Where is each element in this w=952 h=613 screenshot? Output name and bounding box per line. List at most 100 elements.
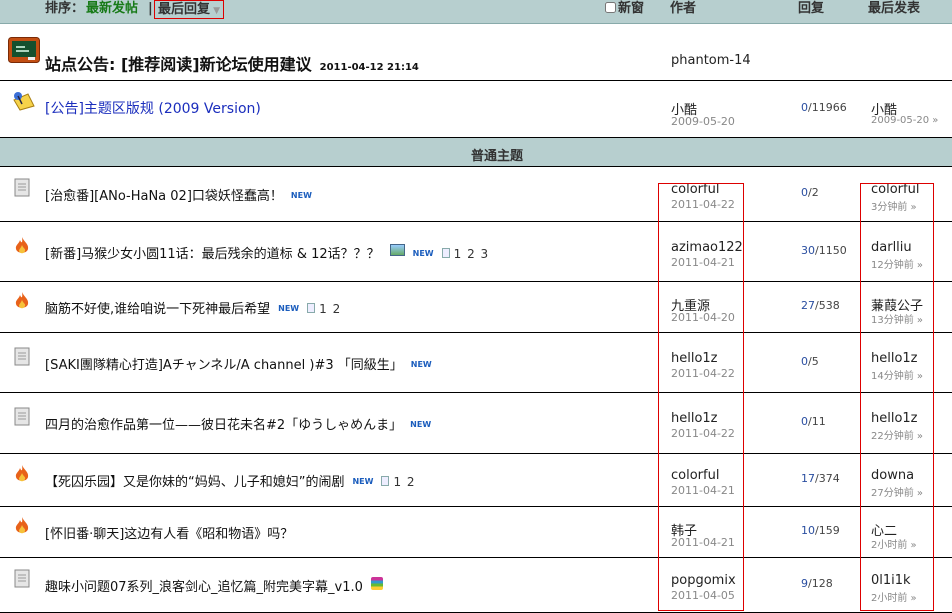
thread-title-cell: 趣味小问题07系列_浪客剑心_追忆篇_附完美字幕_v1.0 [45, 576, 383, 595]
thread-replies: 0 [801, 186, 808, 199]
rules-reply-count: 0/11966 [801, 101, 847, 114]
author-column-highlight [658, 183, 744, 611]
announcement-title[interactable]: 站点公告: [推荐阅读]新论坛使用建议 2011-04-12 21:14 [45, 51, 419, 75]
new-window-toggle[interactable]: 新窗 [605, 0, 644, 18]
multipage-icon [381, 476, 390, 486]
flame-icon [14, 291, 30, 314]
thread-title-cell: 【死囚乐园】又是你妹的“妈妈、儿子和媳妇”的闹剧 NEW 1 2 [45, 471, 416, 490]
thread-views: /11 [808, 415, 826, 428]
thread-title-cell: [怀旧番·聊天]这边有人看《昭和物语》吗？ [45, 523, 293, 542]
thread-title-link[interactable]: [SAKI團隊精心打造]Aチャンネル/A channel )#3 「同級生」 [45, 358, 403, 373]
sort-separator: | [148, 1, 153, 16]
thread-replies: 30 [801, 244, 815, 257]
thread-row: 【死囚乐园】又是你妹的“妈妈、儿子和媳妇”的闹剧 NEW 1 2 colorful 20… [0, 454, 952, 507]
attachment-stack-icon [370, 577, 383, 590]
page-links[interactable]: 1 2 3 [454, 247, 490, 261]
thread-row: [治愈番][ANo-HaNa 02]口袋妖怪蠢高！ NEW colorful 2011… [0, 167, 952, 222]
thread-views: /374 [815, 472, 840, 485]
thread-replies: 27 [801, 299, 815, 312]
column-author: 作者 [670, 1, 697, 16]
thread-views: /5 [808, 355, 819, 368]
thread-views: /128 [808, 577, 833, 590]
image-attachment-icon [389, 244, 405, 256]
thread-replies: 9 [801, 577, 808, 590]
chevron-down-icon: ▼ [210, 6, 221, 16]
thread-replies: 10 [801, 524, 815, 537]
thread-reply-count: 30/1150 [801, 244, 847, 257]
thread-row: [怀旧番·聊天]这边有人看《昭和物语》吗？ 韩子 2011-04-21 10/159 心… [0, 507, 952, 558]
rules-title[interactable]: [公告]主题区版规 (2009 Version) [45, 98, 261, 118]
thread-row: [SAKI團隊精心打造]Aチャンネル/A channel )#3 「同級生」 NE… [0, 333, 952, 393]
thread-views: /159 [815, 524, 840, 537]
thread-title-cell: [SAKI團隊精心打造]Aチャンネル/A channel )#3 「同級生」 NE… [45, 354, 432, 373]
flame-icon [14, 236, 30, 259]
blackboard-icon [8, 37, 40, 66]
new-window-checkbox[interactable] [605, 2, 616, 13]
section-label: 普通主题 [471, 149, 524, 164]
thread-views: /538 [815, 299, 840, 312]
rules-last-time[interactable]: 2009-05-20 » [871, 115, 938, 126]
page-links[interactable]: 1 2 [393, 475, 415, 489]
thread-row: [新番]马猴少女小圆11话：最后残余的道标 & 12话？？？ NEW 1 2 3 az… [0, 222, 952, 282]
thread-replies: 0 [801, 355, 808, 368]
new-badge: NEW [290, 191, 312, 200]
thread-views: /1150 [815, 244, 847, 257]
rules-replies: 0 [801, 101, 808, 114]
thread-reply-count: 9/128 [801, 577, 833, 590]
sort-newest-link[interactable]: 最新发帖 [86, 0, 138, 18]
rules-author-date: 2009-05-20 [671, 115, 735, 128]
multipage-icon [441, 248, 450, 258]
new-badge: NEW [352, 477, 374, 486]
thread-title-link[interactable]: [新番]马猴少女小圆11话：最后残余的道标 & 12话？？？ [45, 247, 380, 262]
rules-views: /11966 [808, 101, 847, 114]
flame-icon [14, 464, 30, 487]
thread-title-cell: 脑筋不好使,谁给咱说一下死神最后希望 NEW 1 2 [45, 298, 341, 317]
section-divider: 普通主题 [0, 137, 952, 167]
thread-list-header: 排序： 最新发帖 | 最后回复 ▼ 新窗 作者 回复 最后发表 [0, 0, 952, 24]
last-post-column-highlight [860, 183, 934, 611]
announcement-title-text: 站点公告: [推荐阅读]新论坛使用建议 [45, 55, 312, 74]
thread-row: 脑筋不好使,谁给咱说一下死神最后希望 NEW 1 2 九重源 2011-04-20 27/… [0, 282, 952, 333]
new-badge: NEW [412, 249, 434, 258]
column-last-post: 最后发表 [868, 1, 921, 16]
new-badge: NEW [278, 304, 300, 313]
thread-title-cell: [治愈番][ANo-HaNa 02]口袋妖怪蠢高！ NEW [45, 185, 312, 204]
flame-icon [14, 516, 30, 539]
thread-reply-count: 0/2 [801, 186, 819, 199]
announcement-author[interactable]: phantom-14 [671, 53, 751, 68]
thread-row: 四月的治愈作品第一位——彼日花未名#2「ゆうしゃめんま」 NEW hello1z 20… [0, 393, 952, 454]
page-links[interactable]: 1 2 [319, 302, 341, 316]
thread-reply-count: 10/159 [801, 524, 840, 537]
document-icon [14, 347, 32, 370]
thread-title-cell: [新番]马猴少女小圆11话：最后残余的道标 & 12话？？？ NEW 1 2 3 [45, 243, 489, 262]
thread-title-link[interactable]: 【死囚乐园】又是你妹的“妈妈、儿子和媳妇”的闹剧 [45, 475, 344, 490]
thread-title-link[interactable]: [怀旧番·聊天]这边有人看《昭和物语》吗？ [45, 527, 293, 542]
thread-title-link[interactable]: 趣味小问题07系列_浪客剑心_追忆篇_附完美字幕_v1.0 [45, 580, 363, 595]
thread-replies: 0 [801, 415, 808, 428]
document-icon [14, 178, 32, 201]
thread-reply-count: 0/5 [801, 355, 819, 368]
thread-row: 趣味小问题07系列_浪客剑心_追忆篇_附完美字幕_v1.0 popgomix 201… [0, 558, 952, 613]
document-icon [14, 407, 32, 430]
pin-notice-icon [12, 90, 36, 115]
thread-reply-count: 0/11 [801, 415, 826, 428]
announcement-date: 2011-04-12 21:14 [319, 62, 419, 73]
announcement-row: 站点公告: [推荐阅读]新论坛使用建议 2011-04-12 21:14 phan… [0, 24, 952, 81]
sort-last-reply-label: 最后回复 [158, 2, 211, 17]
thread-title-link[interactable]: [治愈番][ANo-HaNa 02]口袋妖怪蠢高！ [45, 189, 283, 204]
thread-title-cell: 四月的治愈作品第一位——彼日花未名#2「ゆうしゃめんま」 NEW [45, 414, 431, 433]
thread-reply-count: 17/374 [801, 472, 840, 485]
sort-last-reply-dropdown[interactable]: 最后回复 ▼ [154, 0, 225, 19]
document-icon [14, 569, 32, 592]
new-window-label: 新窗 [618, 1, 645, 16]
column-replies: 回复 [798, 1, 825, 16]
thread-title-link[interactable]: 脑筋不好使,谁给咱说一下死神最后希望 [45, 302, 270, 317]
thread-reply-count: 27/538 [801, 299, 840, 312]
new-badge: NEW [410, 420, 432, 429]
thread-title-link[interactable]: 四月的治愈作品第一位——彼日花未名#2「ゆうしゃめんま」 [45, 418, 402, 433]
sort-label: 排序： [45, 1, 85, 16]
new-badge: NEW [410, 360, 432, 369]
thread-replies: 17 [801, 472, 815, 485]
thread-views: /2 [808, 186, 819, 199]
multipage-icon [307, 303, 316, 313]
